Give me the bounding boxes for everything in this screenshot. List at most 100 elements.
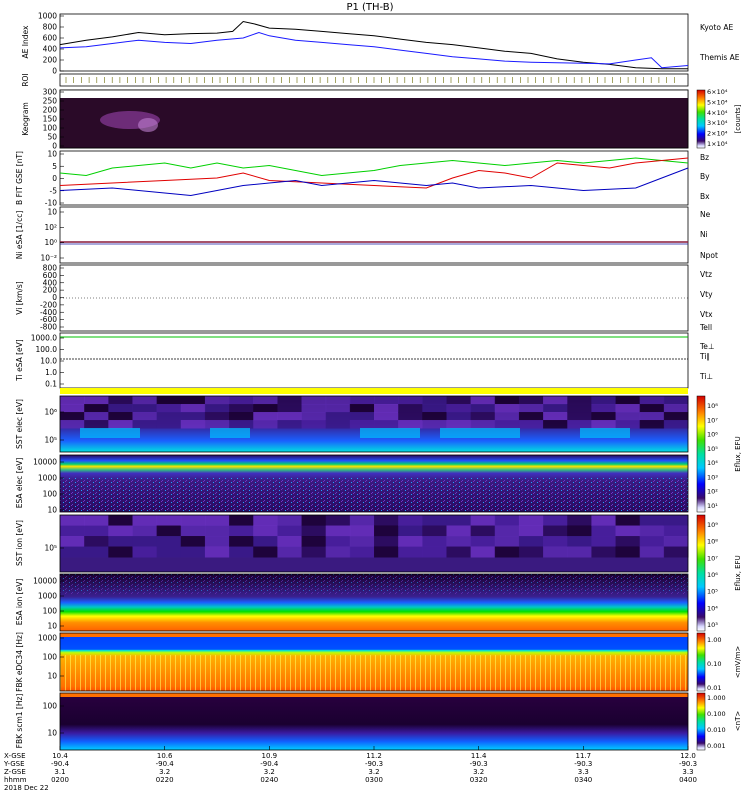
spectrogram-cell xyxy=(615,515,641,526)
spectrogram-cell xyxy=(663,546,689,558)
spectrogram-cell xyxy=(325,515,351,526)
spectrogram-cell xyxy=(180,515,206,526)
eflux2-colorbar-tick: 10⁴ xyxy=(707,604,718,612)
spectrogram-cell xyxy=(253,536,278,547)
legend-vtz: Vtz xyxy=(700,270,712,279)
spectrogram-cell xyxy=(204,396,230,405)
keogram-blank-top xyxy=(60,90,688,98)
spectrogram-cell xyxy=(204,515,230,526)
ephemeris-value: 12.0 xyxy=(680,752,696,760)
spectrogram-cell xyxy=(156,515,182,526)
fbk1-ytick: 100 xyxy=(43,653,58,662)
eflux1-colorbar-tick: 10³ xyxy=(707,473,718,481)
spectrogram-cell xyxy=(277,515,303,526)
sst1-ytick: 10⁵ xyxy=(44,436,57,445)
spectrogram-cell xyxy=(84,412,109,421)
spectrogram-cell xyxy=(156,536,182,547)
esa2-ytick: 10 xyxy=(47,622,57,631)
spectrogram-cell xyxy=(639,420,665,429)
spectrogram-cell xyxy=(446,525,472,537)
spectrogram-cell xyxy=(84,536,109,547)
fbk-edc-colorbar xyxy=(696,632,706,692)
spectrogram-cell xyxy=(277,420,303,429)
ti-ylabel: Ti eSA [eV] xyxy=(15,339,24,382)
spectrogram-cell xyxy=(518,420,544,429)
spectrogram-cell xyxy=(60,420,85,429)
ti-panel-frame xyxy=(59,332,689,389)
ephemeris-value: 3.2 xyxy=(368,768,379,776)
keo-ytick: 300 xyxy=(43,88,58,97)
legend-te-perp: Te⊥ xyxy=(699,342,714,351)
bx-line xyxy=(59,167,689,197)
spectrogram-cell xyxy=(325,404,351,413)
ephemeris-value: 11.7 xyxy=(576,752,592,760)
ephemeris-value: -90.3 xyxy=(365,760,383,768)
ephemeris-value: 10.4 xyxy=(52,752,68,760)
ephemeris-value: -90.4 xyxy=(51,760,70,768)
fbk1-colorbar-tick: 0.10 xyxy=(707,660,721,668)
fbk-edc-top-band xyxy=(60,633,688,637)
time-tick-label: 0400 xyxy=(679,776,697,784)
eflux1-colorbar-tick: 10⁴ xyxy=(707,459,718,467)
spectrogram-cell xyxy=(591,525,617,537)
spectrogram-cell xyxy=(591,404,617,413)
spectrogram-cell xyxy=(518,404,544,413)
ephemeris-value: 11.2 xyxy=(366,752,382,760)
fbk2-colorbar-tick: 0.100 xyxy=(707,710,726,718)
fbk1-colorbar-tick: 1.00 xyxy=(707,636,721,644)
ion-eflux-unit: Eflux, EFU xyxy=(734,555,742,590)
spectrogram-cell xyxy=(301,536,327,547)
spectrogram-cell xyxy=(543,515,568,526)
spectrogram-cell xyxy=(567,525,592,537)
sst-elec-bright-band xyxy=(210,428,250,438)
spectrogram-cell xyxy=(567,420,592,429)
ni-ytick: 10 xyxy=(47,208,57,217)
bfit-ytick: 5 xyxy=(52,162,57,171)
fbk-edc-ylabel: FBK eDC34 [Hz] xyxy=(15,632,24,692)
spectrogram-cell xyxy=(567,396,592,405)
spectrogram-cell xyxy=(325,525,351,537)
ti-ytick: 1000.0 xyxy=(31,334,57,343)
spectrogram-cell xyxy=(229,404,254,413)
spectrogram-cell xyxy=(229,536,254,547)
spectrogram-cell xyxy=(567,515,592,526)
spectrogram-cell xyxy=(349,396,375,405)
spectrogram-cell xyxy=(108,525,133,537)
spectrogram-cell xyxy=(470,420,496,429)
keo-colorbar-tick: 6×10⁴ xyxy=(707,88,728,96)
ephemeris-value: 11.4 xyxy=(471,752,487,760)
spectrogram-cell xyxy=(398,404,423,413)
spectrogram-cell xyxy=(494,396,520,405)
spectrogram-cell xyxy=(301,404,327,413)
fbk2-colorbar-tick: 0.001 xyxy=(707,742,726,750)
spectrogram-cell xyxy=(615,536,641,547)
spectrogram-cell xyxy=(615,420,641,429)
spectrogram-cell xyxy=(301,515,327,526)
ti-ytick: 100.0 xyxy=(36,345,58,354)
spectrogram-cell xyxy=(325,396,351,405)
spectrogram-cell xyxy=(108,404,133,413)
spectrogram-cell xyxy=(204,404,230,413)
spectrogram-cell xyxy=(446,515,472,526)
sst-elec-bright-band xyxy=(580,428,630,438)
spectrogram-cell xyxy=(108,420,133,429)
spectrogram-cell xyxy=(567,412,592,421)
spectrogram-cell xyxy=(591,515,617,526)
spectrogram-cell xyxy=(60,396,85,405)
eflux1-colorbar-tick: 10⁶ xyxy=(707,431,718,439)
esa-elec-noise xyxy=(60,478,688,512)
fbk2-ytick: 10 xyxy=(47,729,57,738)
legend-ti-perp: Ti⊥ xyxy=(699,372,713,381)
ae-ytick: 1000 xyxy=(38,12,57,21)
spectrogram-cell xyxy=(543,525,568,537)
spectrogram-cell xyxy=(398,420,423,429)
ephemeris-value: -90.4 xyxy=(156,760,175,768)
esa2-ytick: 1000 xyxy=(38,592,57,601)
spectrogram-cell xyxy=(108,396,133,405)
spectrogram-cell xyxy=(60,404,85,413)
keo-ytick: 100 xyxy=(43,124,58,133)
spectrogram-cell xyxy=(84,404,109,413)
spectrogram-cell xyxy=(374,420,399,429)
plot-figure: P1 (TH-B) AE Index ROI Keogram B FIT GSE… xyxy=(3,2,742,792)
spectrogram-cell xyxy=(446,546,472,558)
